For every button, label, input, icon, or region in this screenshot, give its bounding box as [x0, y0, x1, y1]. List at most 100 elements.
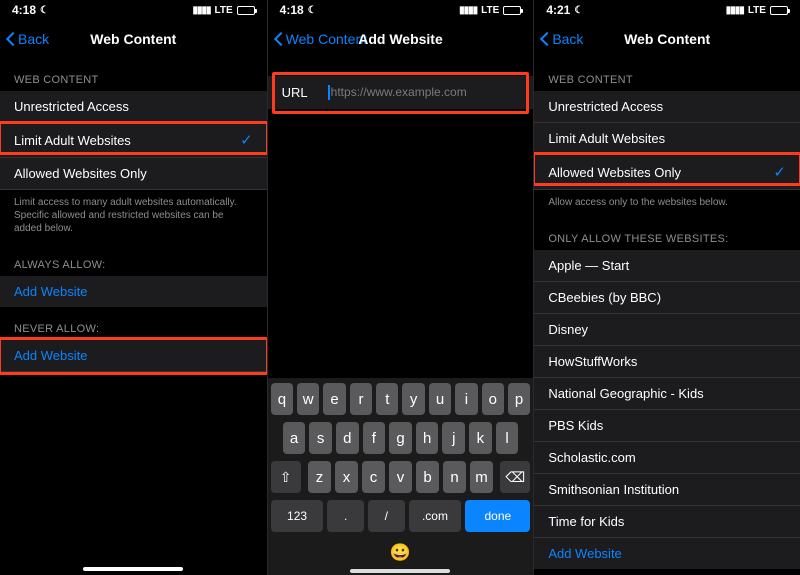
key-k[interactable]: k [469, 422, 492, 454]
key-q[interactable]: q [271, 383, 293, 415]
keyboard-row-3: ⇧ zxcvbnm ⌫ [271, 461, 531, 493]
status-bar: 4:21 ☾ ▮▮▮▮ LTE [534, 0, 800, 20]
key-l[interactable]: l [496, 422, 519, 454]
chevron-left-icon [6, 31, 16, 47]
key-i[interactable]: i [455, 383, 477, 415]
section-header-only: ONLY ALLOW THESE WEBSITES: [534, 217, 800, 250]
key-j[interactable]: j [442, 422, 465, 454]
shift-icon: ⇧ [280, 469, 292, 486]
signal-icon: ▮▮▮▮ [192, 5, 210, 16]
site-row[interactable]: Time for Kids [534, 506, 800, 538]
key-r[interactable]: r [350, 383, 372, 415]
keyboard-row-1: qwertyuiop [271, 383, 531, 415]
key-n[interactable]: n [443, 461, 466, 493]
key-a[interactable]: a [283, 422, 306, 454]
delete-key[interactable]: ⌫ [500, 461, 530, 493]
phone-panel-1: 4:18 ☾ ▮▮▮▮ LTE Back Web Content WEB CON… [0, 0, 267, 575]
status-time: 4:21 [546, 3, 570, 17]
shift-key[interactable]: ⇧ [271, 461, 301, 493]
section-footer: Limit access to many adult websites auto… [0, 190, 267, 243]
key-h[interactable]: h [416, 422, 439, 454]
add-website-always-button[interactable]: Add Website [0, 276, 267, 307]
site-row[interactable]: National Geographic - Kids [534, 378, 800, 410]
status-bar: 4:18 ☾ ▮▮▮▮ LTE [0, 0, 267, 20]
key-o[interactable]: o [482, 383, 504, 415]
key-t[interactable]: t [376, 383, 398, 415]
checkmark-icon: ✓ [773, 163, 786, 181]
key-dotcom[interactable]: .com [409, 500, 462, 532]
keyboard: qwertyuiop asdfghjkl ⇧ zxcvbnm ⌫ 123 . /… [268, 378, 534, 575]
section-header-webcontent: WEB CONTENT [0, 58, 267, 91]
url-input[interactable]: https://www.example.com [328, 85, 467, 100]
emoji-key[interactable]: 😀 [390, 543, 411, 563]
status-bar: 4:18 ☾ ▮▮▮▮ LTE [268, 0, 534, 20]
key-m[interactable]: m [470, 461, 493, 493]
nav-bar: Back Web Content [534, 20, 800, 58]
add-website-never-button[interactable]: Add Website [0, 340, 267, 372]
key-u[interactable]: u [429, 383, 451, 415]
back-label: Back [18, 31, 49, 47]
add-website-button[interactable]: Add Website [534, 538, 800, 569]
option-allowed-only[interactable]: Allowed Websites Only ✓ [534, 155, 800, 190]
battery-icon [770, 6, 788, 15]
dnd-moon-icon: ☾ [574, 5, 583, 16]
option-unrestricted[interactable]: Unrestricted Access [0, 91, 267, 123]
key-w[interactable]: w [297, 383, 319, 415]
key-v[interactable]: v [389, 461, 412, 493]
nav-bar: Web Content Add Website [268, 20, 534, 58]
section-header-never: NEVER ALLOW: [0, 307, 267, 340]
chevron-left-icon [540, 31, 550, 47]
key-dot[interactable]: . [327, 500, 364, 532]
signal-icon: ▮▮▮▮ [726, 5, 744, 16]
battery-icon [237, 6, 255, 15]
site-row[interactable]: CBeebies (by BBC) [534, 282, 800, 314]
key-y[interactable]: y [402, 383, 424, 415]
status-time: 4:18 [12, 3, 36, 17]
dnd-moon-icon: ☾ [308, 5, 317, 16]
checkmark-icon: ✓ [240, 131, 253, 149]
site-row[interactable]: Apple — Start [534, 250, 800, 282]
back-button[interactable]: Back [540, 31, 583, 47]
option-unrestricted[interactable]: Unrestricted Access [534, 91, 800, 123]
key-123[interactable]: 123 [271, 500, 324, 532]
back-label: Web Content [286, 31, 367, 47]
key-d[interactable]: d [336, 422, 359, 454]
site-row[interactable]: Smithsonian Institution [534, 474, 800, 506]
site-row[interactable]: Scholastic.com [534, 442, 800, 474]
site-row[interactable]: HowStuffWorks [534, 346, 800, 378]
network-label: LTE [215, 5, 233, 16]
section-header-always: ALWAYS ALLOW: [0, 243, 267, 276]
url-input-row[interactable]: URL https://www.example.com [268, 76, 534, 109]
home-indicator[interactable] [350, 569, 450, 573]
phone-panel-3: 4:21 ☾ ▮▮▮▮ LTE Back Web Content WEB CON… [533, 0, 800, 575]
status-time: 4:18 [280, 3, 304, 17]
url-label: URL [282, 85, 308, 100]
key-e[interactable]: e [323, 383, 345, 415]
back-button[interactable]: Web Content [274, 31, 367, 47]
key-z[interactable]: z [308, 461, 331, 493]
key-p[interactable]: p [508, 383, 530, 415]
key-f[interactable]: f [363, 422, 386, 454]
key-slash[interactable]: / [368, 500, 405, 532]
key-s[interactable]: s [309, 422, 332, 454]
site-row[interactable]: Disney [534, 314, 800, 346]
key-done[interactable]: done [465, 500, 530, 532]
section-footer: Allow access only to the websites below. [534, 190, 800, 217]
battery-icon [503, 6, 521, 15]
home-indicator[interactable] [83, 567, 183, 571]
section-header-webcontent: WEB CONTENT [534, 58, 800, 91]
keyboard-row-4: 123 . / .com done [271, 500, 531, 532]
back-label: Back [552, 31, 583, 47]
option-limit-adult[interactable]: Limit Adult Websites [534, 123, 800, 155]
option-limit-adult[interactable]: Limit Adult Websites ✓ [0, 123, 267, 158]
network-label: LTE [481, 5, 499, 16]
key-c[interactable]: c [362, 461, 385, 493]
option-allowed-only[interactable]: Allowed Websites Only [0, 158, 267, 190]
key-g[interactable]: g [389, 422, 412, 454]
key-b[interactable]: b [416, 461, 439, 493]
dnd-moon-icon: ☾ [40, 5, 49, 16]
back-button[interactable]: Back [6, 31, 49, 47]
key-x[interactable]: x [335, 461, 358, 493]
keyboard-row-2: asdfghjkl [271, 422, 531, 454]
site-row[interactable]: PBS Kids [534, 410, 800, 442]
